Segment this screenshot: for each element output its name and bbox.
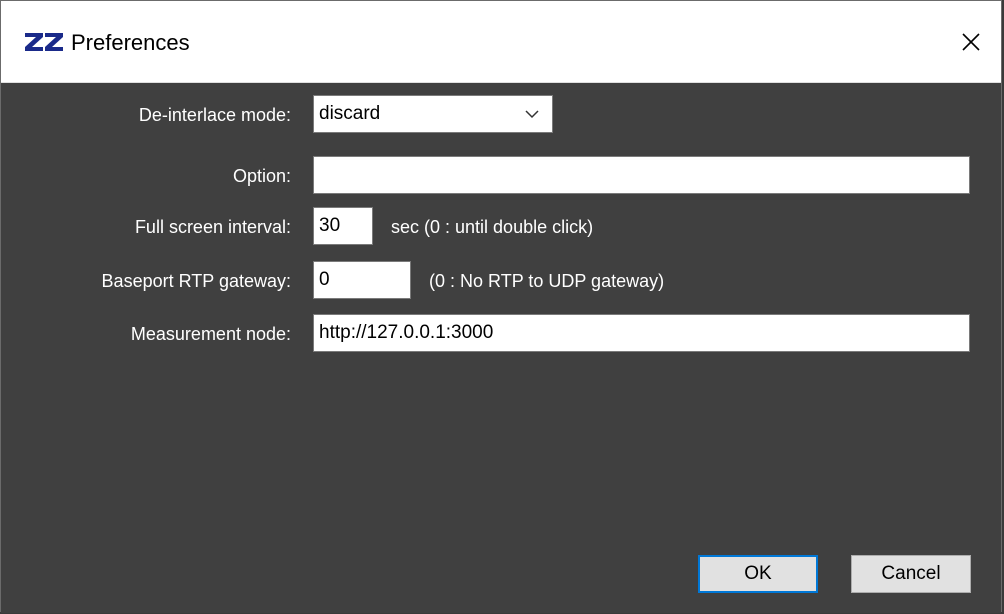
window-title: Preferences — [71, 30, 190, 55]
baseport-rtp-gateway-input[interactable] — [313, 261, 411, 299]
zz-logo-icon — [25, 33, 63, 51]
chevron-down-icon — [525, 110, 539, 119]
deinterlace-mode-select[interactable]: discard — [313, 95, 553, 133]
close-icon — [962, 33, 980, 51]
fullscreen-interval-label: Full screen interval: — [134, 217, 291, 237]
option-input[interactable] — [313, 156, 970, 194]
title-bar: Preferences — [1, 1, 1001, 83]
cancel-button[interactable]: Cancel — [851, 555, 971, 593]
ok-button[interactable]: OK — [698, 555, 818, 593]
measurement-node-label: Measurement node: — [130, 324, 291, 344]
dialog-content: De-interlace mode: discard Option: Full … — [1, 83, 1001, 613]
deinterlace-mode-label: De-interlace mode: — [138, 105, 291, 125]
baseport-rtp-gateway-label: Baseport RTP gateway: — [101, 271, 291, 291]
baseport-rtp-gateway-hint: (0 : No RTP to UDP gateway) — [429, 271, 665, 291]
option-label: Option: — [232, 166, 291, 186]
preferences-dialog: Preferences De-interlace mode: discard O… — [0, 0, 1002, 613]
fullscreen-interval-hint: sec (0 : until double click) — [391, 217, 594, 237]
measurement-node-input[interactable] — [313, 314, 970, 352]
close-button[interactable] — [941, 1, 1001, 83]
deinterlace-mode-value: discard — [319, 103, 381, 124]
fullscreen-interval-input[interactable] — [313, 207, 373, 245]
